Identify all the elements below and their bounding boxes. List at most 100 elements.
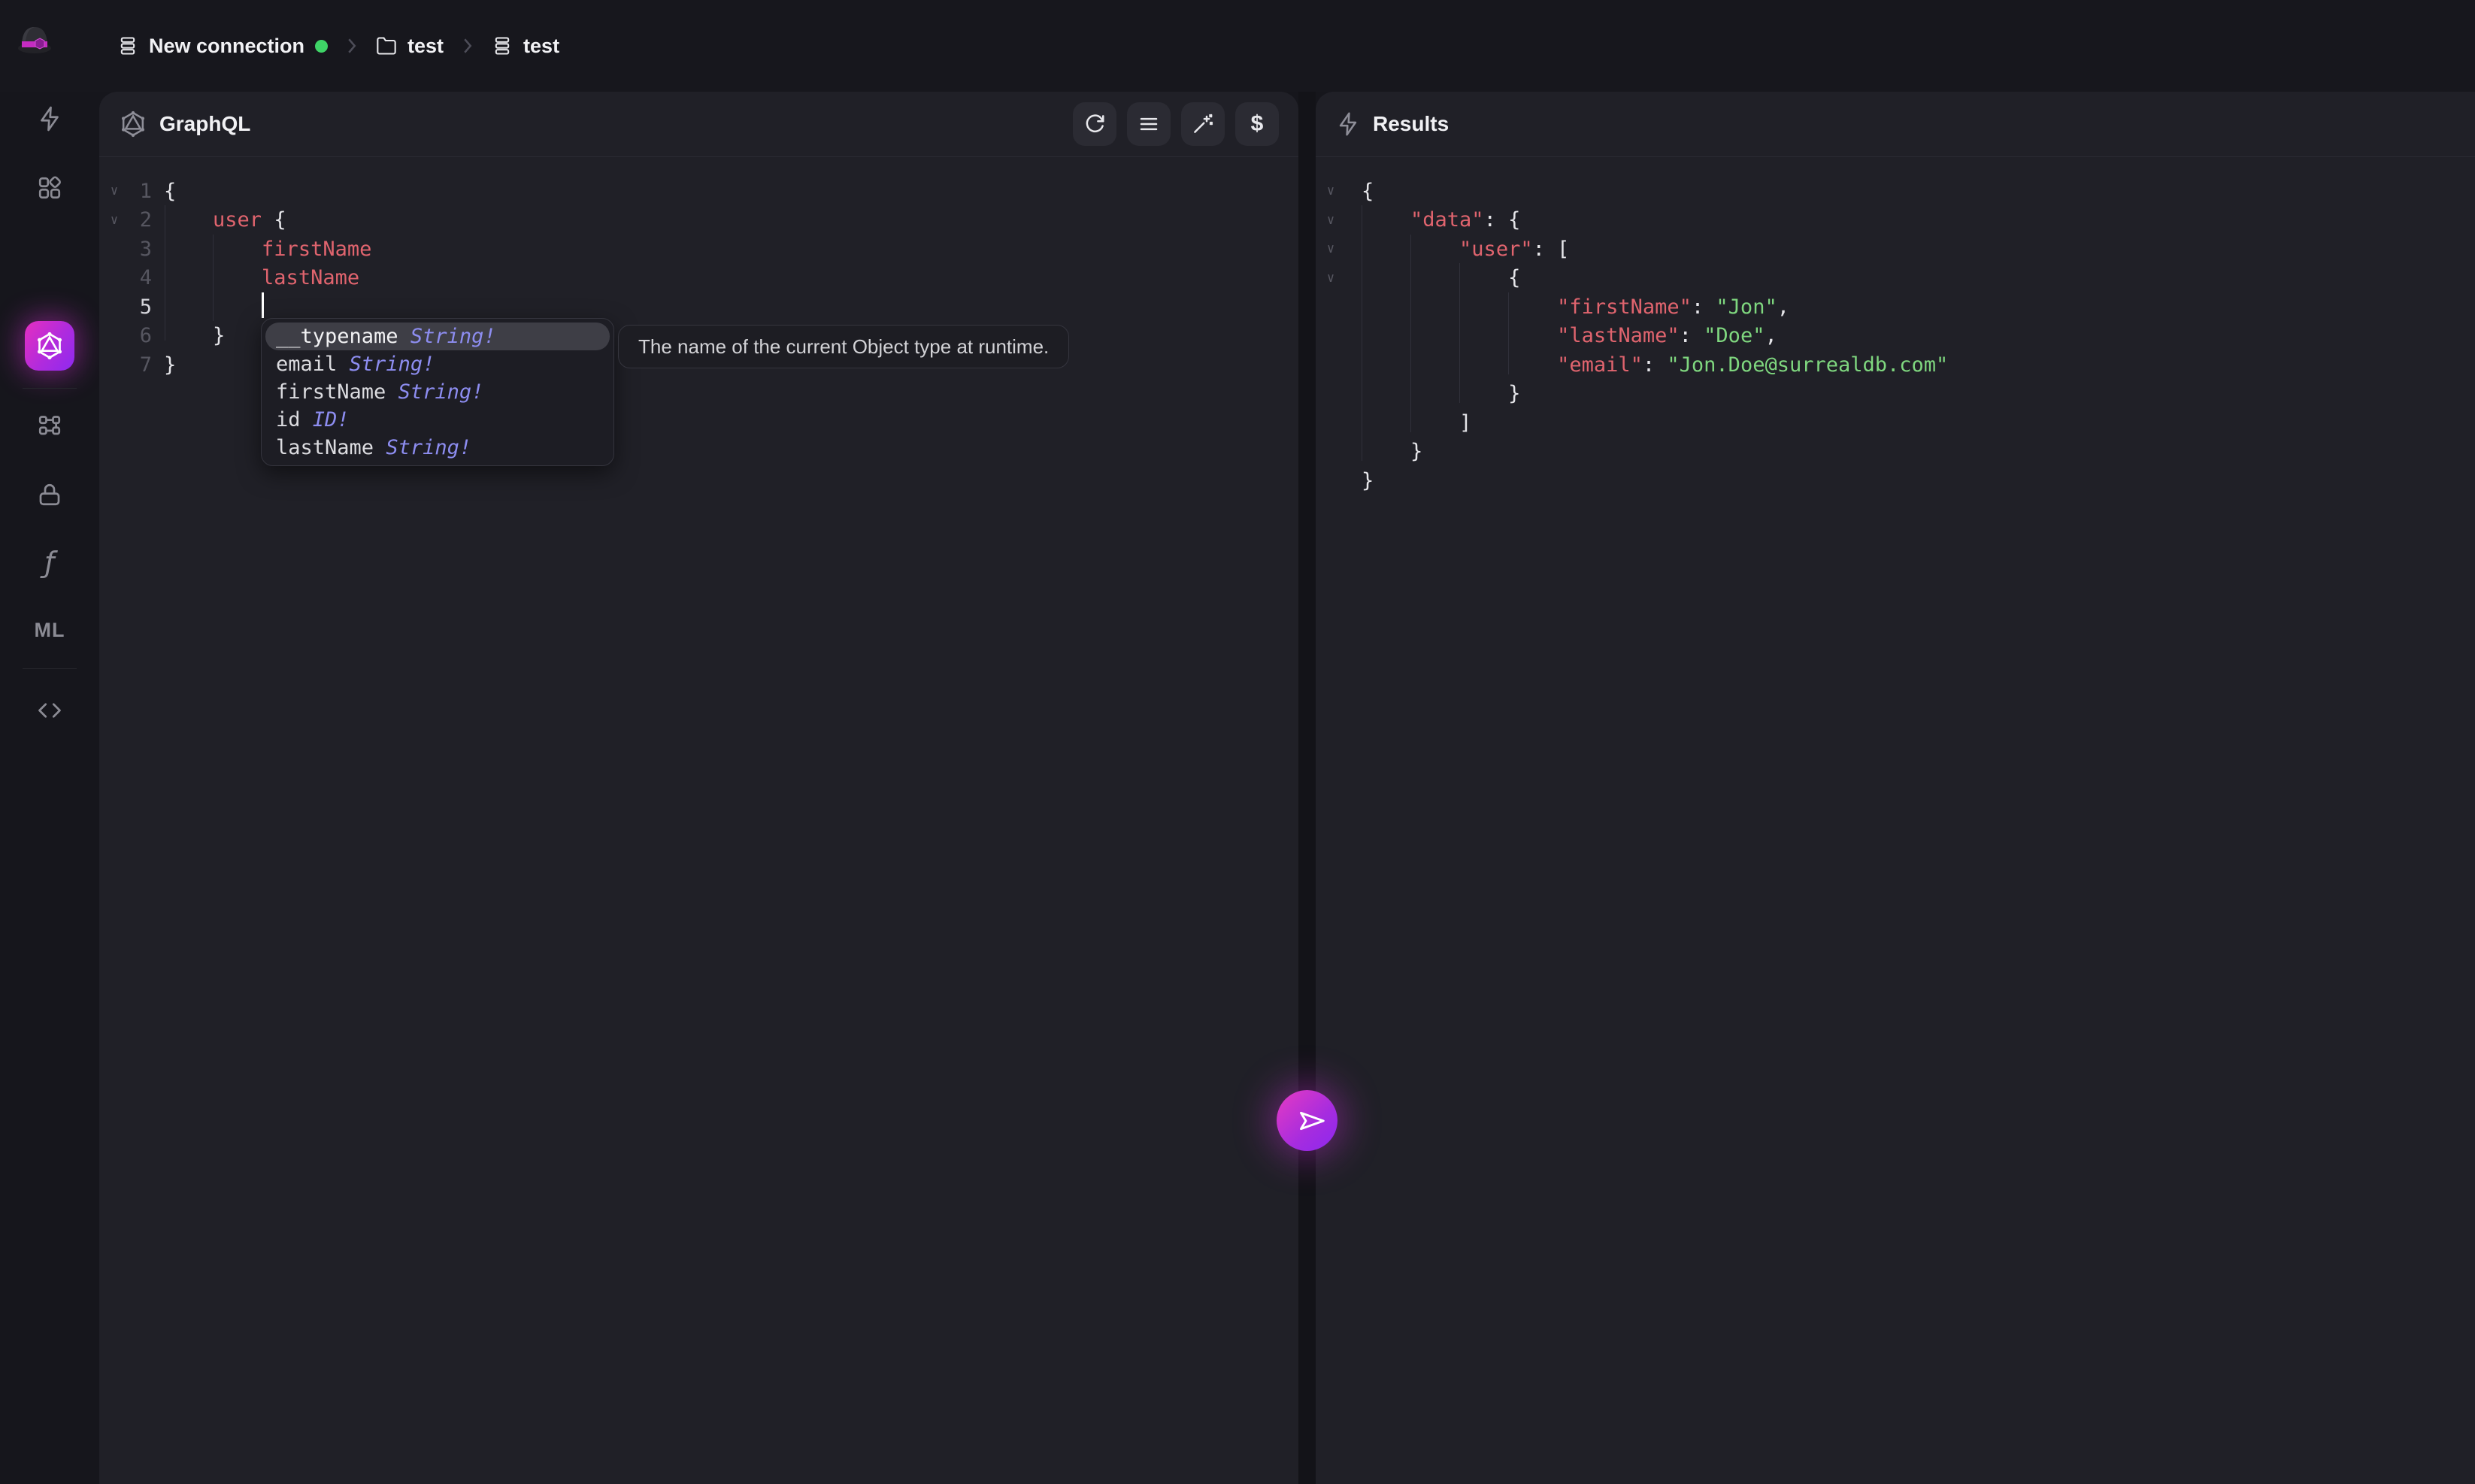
- sidebar-item-functions[interactable]: ƒ: [25, 538, 74, 587]
- wand-icon: [1194, 114, 1213, 133]
- results-viewer: ∨{∨ "data": {∨ "user": [∨ { "firstName":…: [1316, 158, 2475, 1484]
- graphql-icon: [119, 110, 147, 138]
- indent-guide: [213, 235, 214, 321]
- run-query-fab[interactable]: [1277, 1090, 1337, 1151]
- autocomplete-item[interactable]: firstName String!: [265, 378, 610, 406]
- panel-resizer[interactable]: [1298, 92, 1316, 1484]
- namespace-name: test: [407, 34, 444, 57]
- lock-icon: [39, 483, 60, 506]
- line-number: 2: [139, 208, 152, 232]
- result-line: }: [1316, 466, 2475, 495]
- field-type: ID!: [312, 408, 350, 432]
- result-line: }: [1316, 438, 2475, 467]
- code-text: "email": "Jon.Doe@surrealdb.com": [1557, 353, 1949, 377]
- code-text: }: [1410, 440, 1423, 464]
- code-text: firstName: [262, 237, 372, 261]
- code-text: user {: [213, 208, 286, 232]
- results-panel-header: Results: [1316, 92, 2475, 157]
- results-panel: Results ∨{∨ "data": {∨ "user": [∨ { "fir…: [1316, 92, 2475, 1484]
- code-text: "data": {: [1410, 208, 1521, 232]
- code-text: {: [1362, 179, 1374, 203]
- code-text: }: [164, 353, 177, 377]
- lightning-icon: [41, 106, 59, 132]
- code-text: "user": [: [1459, 237, 1570, 261]
- prettify-button[interactable]: [1181, 102, 1225, 146]
- field-type: String!: [398, 380, 484, 404]
- breadcrumb: New connection test test: [117, 0, 559, 92]
- editor-line[interactable]: ∨ 2 user {: [99, 206, 1298, 235]
- function-icon: ƒ: [44, 546, 55, 579]
- autocomplete-doc-tooltip: The name of the current Object type at r…: [618, 325, 1070, 368]
- fold-chevron-icon[interactable]: ∨: [105, 213, 123, 228]
- fold-chevron-icon[interactable]: ∨: [1322, 271, 1340, 286]
- line-number: 6: [139, 324, 152, 348]
- result-line: ∨ "data": {: [1316, 206, 2475, 235]
- connection-status-dot: [315, 39, 329, 53]
- sidebar-item-designer[interactable]: [25, 400, 74, 450]
- autocomplete-item[interactable]: id ID!: [265, 406, 610, 434]
- variables-button[interactable]: $: [1235, 102, 1279, 146]
- editor-line[interactable]: ∨ 1 {: [99, 177, 1298, 206]
- sidebar-item-graphql[interactable]: [25, 321, 74, 371]
- autocomplete-item[interactable]: email String!: [265, 350, 610, 378]
- breadcrumb-database[interactable]: test: [492, 35, 559, 58]
- sidebar-item-explorer[interactable]: [25, 163, 74, 213]
- fold-chevron-icon[interactable]: ∨: [105, 183, 123, 198]
- fold-chevron-icon[interactable]: ∨: [1322, 213, 1340, 228]
- database-icon: [495, 37, 510, 55]
- code-text: }: [1508, 382, 1521, 406]
- run-query-button[interactable]: [1073, 102, 1116, 146]
- code-text: "lastName": "Doe",: [1557, 324, 1777, 348]
- editor-line[interactable]: 5: [99, 292, 1298, 322]
- database-name: test: [523, 34, 560, 57]
- result-line: ]: [1316, 408, 2475, 438]
- chevron-right-icon: [341, 35, 363, 57]
- editor-line[interactable]: 3 firstName: [99, 235, 1298, 264]
- code-icon: [38, 703, 61, 718]
- database-icon: [120, 37, 135, 55]
- folder-icon: [377, 37, 396, 55]
- line-number: 5: [139, 295, 152, 319]
- grid-icon: [38, 176, 61, 199]
- top-bar: New connection test test: [0, 0, 2475, 92]
- sidebar-item-models[interactable]: ML: [25, 605, 74, 655]
- code-text: {: [1508, 266, 1521, 290]
- breadcrumb-connection[interactable]: New connection: [117, 34, 329, 58]
- panel-title: GraphQL: [159, 112, 251, 135]
- field-name: firstName: [276, 380, 398, 404]
- line-number: 7: [139, 353, 152, 377]
- breadcrumb-namespace[interactable]: test: [376, 35, 444, 58]
- graphql-panel: GraphQL $ ∨ 1{∨ 2 user {3 firstName 4 lastN…: [99, 92, 1298, 1484]
- result-line: ∨ {: [1316, 264, 2475, 293]
- field-type: String!: [410, 325, 496, 348]
- sidebar-item-api-docs[interactable]: [25, 686, 74, 735]
- format-query-button[interactable]: [1127, 102, 1171, 146]
- code-text: }: [213, 324, 226, 348]
- sidebar: ƒ ML: [0, 92, 99, 1484]
- field-type: String!: [349, 353, 435, 376]
- surrealist-logo[interactable]: [15, 18, 54, 57]
- result-line: ∨{: [1316, 177, 2475, 206]
- autocomplete-item[interactable]: __typename String!: [265, 323, 610, 350]
- field-name: id: [276, 408, 313, 432]
- sidebar-item-authentication[interactable]: [25, 470, 74, 519]
- refresh-icon: [1086, 114, 1104, 133]
- field-type: String!: [386, 436, 472, 459]
- autocomplete-item[interactable]: lastName String!: [265, 434, 610, 462]
- editor-line[interactable]: 4 lastName: [99, 264, 1298, 293]
- result-line: "firstName": "Jon",: [1316, 292, 2475, 322]
- code-text: ]: [1459, 410, 1472, 435]
- sidebar-item-query[interactable]: [25, 94, 74, 144]
- field-name: lastName: [276, 436, 386, 459]
- indent-guide: [1410, 235, 1411, 432]
- connection-name: New connection: [149, 34, 305, 57]
- graphql-panel-header: GraphQL $: [99, 92, 1298, 157]
- fold-chevron-icon[interactable]: ∨: [1322, 183, 1340, 198]
- code-text: {: [164, 179, 177, 203]
- sidebar-divider: [23, 388, 77, 389]
- graphql-toolbar: $: [1073, 102, 1279, 146]
- line-number: 3: [139, 237, 152, 261]
- result-line: }: [1316, 380, 2475, 409]
- lines-icon: [1140, 117, 1158, 131]
- fold-chevron-icon[interactable]: ∨: [1322, 241, 1340, 256]
